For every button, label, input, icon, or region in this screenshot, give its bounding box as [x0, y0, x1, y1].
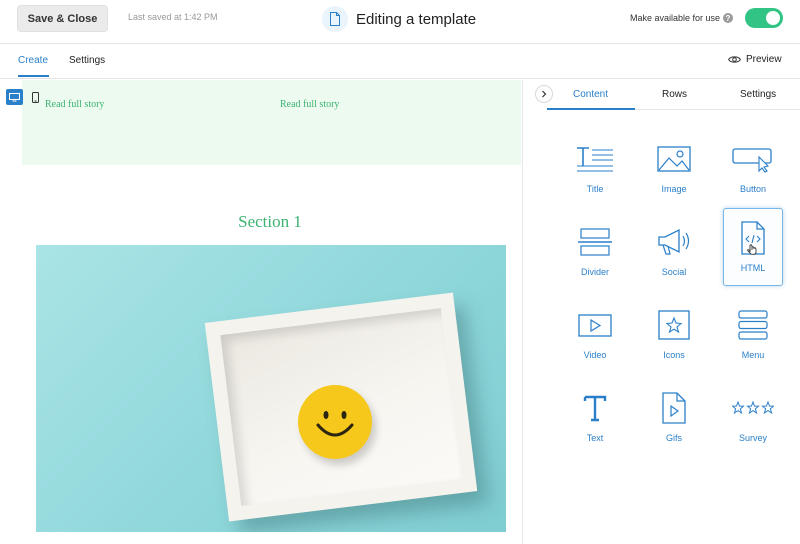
read-more-row[interactable]: Read full story Read full story [22, 80, 521, 165]
content-panel: Content Rows Settings Title Image Button… [522, 80, 800, 544]
button-icon [732, 142, 774, 176]
preview-label: Preview [746, 54, 782, 65]
editor-tabs-bar: Create Settings Preview [0, 44, 800, 79]
block-title[interactable]: Title [565, 130, 625, 206]
block-social[interactable]: Social [644, 213, 704, 289]
block-html-label: HTML [740, 263, 766, 273]
block-survey-label: Survey [738, 433, 767, 443]
block-menu[interactable]: Menu [723, 296, 783, 372]
eye-icon [728, 56, 741, 63]
block-divider[interactable]: Divider [565, 213, 625, 289]
tab-create-underline [18, 75, 49, 77]
save-close-button[interactable]: Save & Close [17, 5, 108, 32]
divider-icon [578, 225, 612, 259]
panel-tab-rows[interactable]: Rows [662, 89, 687, 100]
block-social-label: Social [661, 267, 687, 277]
block-survey[interactable]: Survey [723, 379, 783, 455]
read-full-story-link-1[interactable]: Read full story [45, 99, 104, 110]
menu-icon [738, 308, 768, 342]
page-title: Editing a template [356, 10, 477, 28]
block-text[interactable]: Text [565, 379, 625, 455]
block-html[interactable]: HTML [723, 208, 783, 286]
panel-tab-content-underline [547, 108, 635, 110]
tab-create[interactable]: Create [18, 55, 48, 66]
title-area: Editing a template [322, 6, 476, 32]
section-title[interactable]: Section 1 [0, 212, 522, 232]
star-icon [658, 308, 690, 342]
block-menu-label: Menu [741, 350, 765, 360]
tab-settings[interactable]: Settings [69, 55, 105, 66]
block-gifs-label: Gifs [665, 433, 682, 443]
block-gifs[interactable]: Gifs [644, 379, 704, 455]
block-video-label: Video [583, 350, 607, 360]
image-icon [657, 142, 691, 176]
block-divider-label: Divider [580, 267, 609, 277]
title-icon [575, 142, 615, 176]
block-icons-label: Icons [663, 350, 685, 360]
gif-file-icon [661, 391, 687, 425]
mobile-view-icon[interactable] [28, 89, 42, 105]
block-image-label: Image [661, 184, 687, 194]
block-button-label: Button [739, 184, 767, 194]
block-button[interactable]: Button [723, 130, 783, 206]
email-canvas[interactable]: Read full story Read full story Section … [0, 80, 522, 544]
chevron-right-icon [542, 90, 547, 98]
html-file-icon [738, 221, 768, 255]
toggle-knob [766, 11, 780, 25]
panel-tab-content[interactable]: Content [573, 89, 608, 100]
top-bar: Save & Close Last saved at 1:42 PM Editi… [0, 0, 800, 44]
smiley-face-icon [298, 385, 372, 459]
preview-button[interactable]: Preview [728, 54, 782, 65]
hero-image[interactable] [36, 245, 506, 532]
help-icon[interactable]: ? [723, 13, 733, 23]
document-icon [322, 6, 348, 32]
stars-icon [732, 391, 774, 425]
collapse-panel-button[interactable] [535, 85, 553, 103]
read-full-story-link-2[interactable]: Read full story [280, 99, 339, 110]
block-video[interactable]: Video [565, 296, 625, 372]
text-icon [583, 391, 607, 425]
desktop-view-icon[interactable] [6, 89, 23, 105]
last-saved-text: Last saved at 1:42 PM [128, 12, 218, 22]
block-image[interactable]: Image [644, 130, 704, 206]
block-icons[interactable]: Icons [644, 296, 704, 372]
block-title-label: Title [586, 184, 604, 194]
block-text-label: Text [586, 433, 604, 443]
available-for-use-label: Make available for use [630, 13, 721, 23]
video-icon [578, 308, 612, 342]
megaphone-icon [657, 225, 691, 259]
panel-tab-settings[interactable]: Settings [740, 89, 776, 100]
available-toggle[interactable] [745, 8, 783, 28]
